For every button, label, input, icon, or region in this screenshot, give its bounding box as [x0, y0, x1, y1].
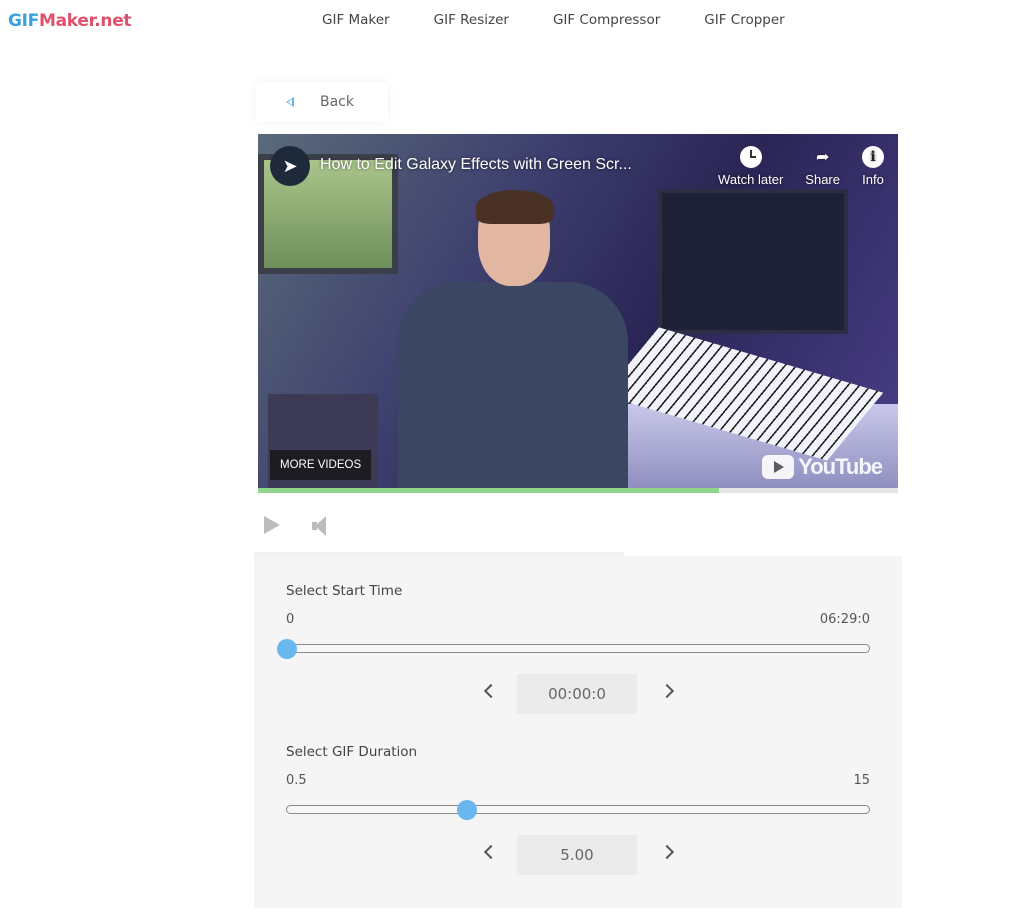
duration-stepper: 5.00 — [254, 835, 902, 875]
start-time-value[interactable]: 00:00:0 — [517, 674, 637, 714]
nav-gif-maker[interactable]: GIF Maker — [322, 12, 390, 28]
presenter-body — [398, 282, 628, 488]
start-time-slider[interactable] — [277, 639, 870, 659]
watch-later-label: Watch later — [718, 172, 784, 187]
video-progress-bar[interactable] — [258, 488, 898, 493]
more-videos-button[interactable]: MORE VIDEOS — [270, 450, 372, 480]
start-time-stepper: 00:00:0 — [254, 674, 902, 714]
video-progress-fill — [258, 488, 719, 493]
start-time-decrement-chevron-left-icon[interactable] — [483, 683, 499, 699]
volume-icon[interactable] — [312, 516, 326, 536]
duration-increment-chevron-right-icon[interactable] — [659, 844, 675, 860]
back-arrow-icon — [286, 97, 294, 107]
duration-slider[interactable] — [286, 800, 870, 820]
start-time-max: 06:29:0 — [819, 612, 870, 627]
info-label: Info — [862, 172, 884, 187]
youtube-logo[interactable]: YouTube — [762, 454, 883, 480]
youtube-video-player[interactable]: ➤ How to Edit Galaxy Effects with Green … — [258, 134, 898, 488]
presenter-hair — [476, 190, 554, 224]
duration-title: Select GIF Duration — [286, 744, 418, 760]
logo-gif-text: GIF — [8, 11, 39, 31]
share-button[interactable]: ➦ Share — [805, 146, 840, 187]
youtube-play-icon — [762, 455, 795, 479]
nav-gif-compressor[interactable]: GIF Compressor — [553, 12, 660, 28]
duration-max: 15 — [853, 773, 870, 788]
start-time-min: 0 — [286, 612, 295, 627]
clock-icon — [739, 146, 762, 168]
video-title[interactable]: How to Edit Galaxy Effects with Green Sc… — [320, 156, 632, 174]
logo-maker-text: Maker.net — [39, 11, 132, 31]
main-nav: GIF Maker GIF Resizer GIF Compressor GIF… — [300, 12, 807, 28]
duration-value[interactable]: 5.00 — [517, 835, 637, 875]
watch-later-button[interactable]: Watch later — [718, 146, 783, 187]
start-time-slider-thumb[interactable] — [277, 639, 297, 659]
start-time-increment-chevron-right-icon[interactable] — [659, 683, 675, 699]
back-button[interactable]: Back — [256, 82, 388, 122]
gif-settings-panel: Select Start Time 0 06:29:0 00:00:0 Sele… — [254, 556, 902, 908]
share-arrow-icon: ➦ — [815, 149, 830, 166]
video-scene-monitor — [658, 189, 848, 334]
video-scene-presenter — [398, 190, 628, 488]
share-label: Share — [805, 172, 840, 187]
duration-slider-thumb[interactable] — [457, 800, 478, 820]
filmora-logo-icon[interactable]: ➤ — [270, 146, 310, 186]
duration-min: 0.5 — [286, 773, 307, 788]
site-logo[interactable]: GIFMaker.net — [8, 11, 132, 31]
youtube-logo-text: YouTube — [798, 454, 883, 479]
info-button[interactable]: i Info — [862, 146, 884, 187]
video-actions: Watch later ➦ Share i Info — [696, 146, 884, 187]
nav-gif-resizer[interactable]: GIF Resizer — [434, 12, 509, 28]
info-icon: i — [862, 146, 884, 168]
duration-decrement-chevron-left-icon[interactable] — [483, 844, 499, 860]
play-icon[interactable] — [264, 516, 280, 534]
back-label: Back — [320, 94, 354, 110]
nav-gif-cropper[interactable]: GIF Cropper — [704, 12, 784, 28]
start-time-title: Select Start Time — [286, 583, 403, 599]
